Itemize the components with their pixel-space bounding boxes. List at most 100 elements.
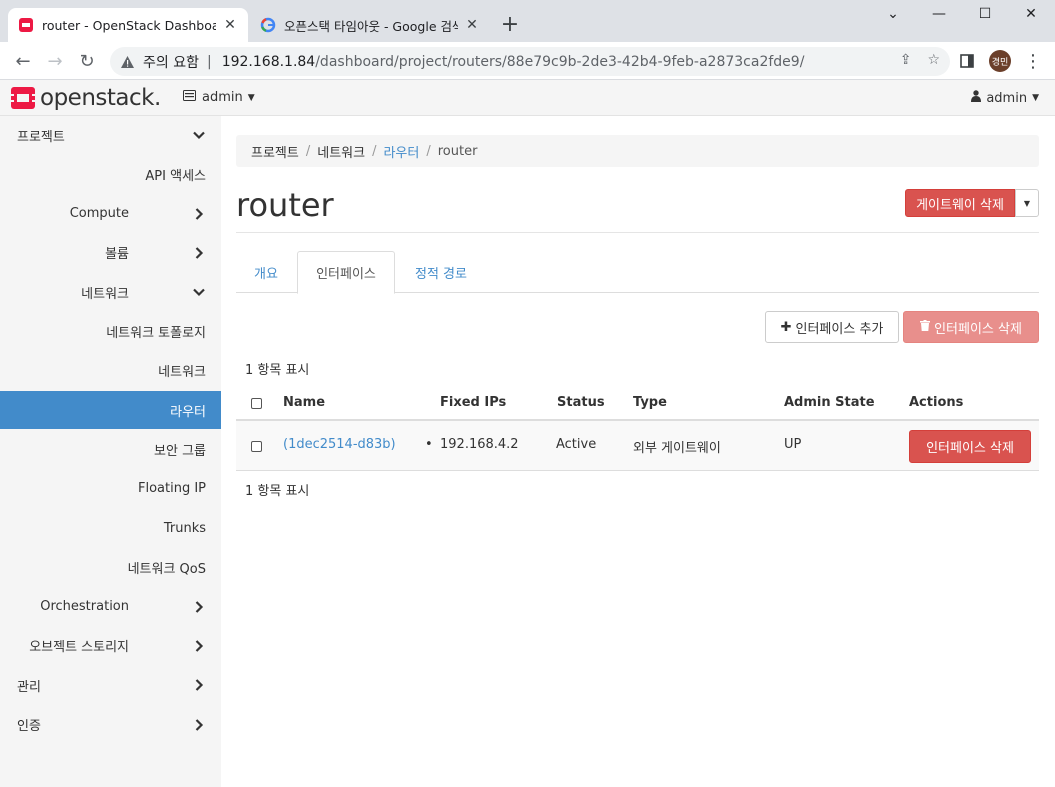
browser-toolbar: ← → ↻ 주의 요함 | 192.168.1.84/dashboard/pro…	[0, 42, 1055, 80]
table-header: Name Fixed IPs Status Type Admin State A…	[236, 385, 1039, 421]
sidebar-item-5[interactable]: 네트워크 토폴로지	[0, 313, 221, 351]
sidebar-item-label: Floating IP	[137, 481, 206, 497]
browser-tabstrip: router - OpenStack Dashboard ✕ 오픈스택 타임아웃…	[0, 0, 1055, 42]
item-count-top: 1 항목 표시	[245, 363, 310, 378]
browser-tab[interactable]: 오픈스택 타임아웃 - Google 검색 ✕	[250, 8, 490, 42]
column-header-name[interactable]: Name	[283, 395, 325, 410]
menu-icon[interactable]: ⋮	[1022, 50, 1044, 72]
sidebar-item-13[interactable]: 오브젝트 스토리지	[0, 627, 221, 665]
close-icon[interactable]: ✕	[464, 17, 480, 33]
project-name: admin	[202, 90, 243, 105]
caret-down-icon: ▼	[1032, 93, 1039, 103]
warning-icon[interactable]	[120, 55, 135, 69]
breadcrumb-separator: /	[372, 143, 377, 159]
sidebar-item-label: 볼륨	[105, 247, 129, 263]
admin-state-value: UP	[784, 437, 802, 452]
new-tab-icon[interactable]: +	[498, 14, 522, 38]
sidebar-item-8[interactable]: 보안 그룹	[0, 430, 221, 468]
sidebar-item-10[interactable]: Trunks	[0, 509, 221, 547]
sidebar-item-label: 네트워크 토폴로지	[106, 326, 206, 341]
browser-tab-active[interactable]: router - OpenStack Dashboard ✕	[8, 8, 248, 42]
reload-icon[interactable]: ↻	[76, 50, 98, 72]
sidebar-item-2[interactable]: Compute	[0, 195, 221, 233]
tab-overview[interactable]: 개요	[236, 251, 296, 293]
fixed-ip: 192.168.4.2	[440, 437, 519, 452]
minimize-icon[interactable]: —	[916, 6, 962, 26]
sidebar-item-3[interactable]: 볼륨	[0, 234, 221, 272]
logo-text: openstack.	[40, 85, 161, 111]
sidebar-item-1[interactable]: API 액세스	[0, 155, 221, 193]
address-separator: |	[206, 53, 212, 70]
sidebar-item-9[interactable]: Floating IP	[0, 470, 221, 508]
column-header-actions: Actions	[909, 395, 964, 410]
status-value: Active	[556, 437, 597, 452]
tab-static-routes[interactable]: 정적 경로	[396, 251, 486, 293]
chevron-right-icon	[192, 718, 206, 732]
row-checkbox[interactable]	[251, 441, 262, 452]
sidebar-item-0[interactable]: 프로젝트	[0, 116, 221, 154]
column-header-admin-state[interactable]: Admin State	[784, 395, 875, 410]
window-close-icon[interactable]: ✕	[1008, 6, 1054, 26]
address-bar[interactable]: 주의 요함 | 192.168.1.84/dashboard/project/r…	[110, 47, 950, 76]
delete-gateway-button[interactable]: 게이트웨이 삭제	[905, 189, 1015, 217]
google-favicon-icon	[260, 17, 276, 33]
profile-avatar[interactable]: 경민	[989, 50, 1011, 72]
column-header-type[interactable]: Type	[633, 395, 667, 410]
delete-interfaces-button[interactable]: 인터페이스 삭제	[903, 311, 1039, 343]
actions-dropdown-toggle[interactable]: ▼	[1015, 189, 1039, 217]
security-label[interactable]: 주의 요함	[143, 52, 199, 72]
sidebar-item-4[interactable]: 네트워크	[0, 273, 221, 311]
breadcrumb: 프로젝트 / 네트워크 / 라우터 / router	[236, 135, 1039, 167]
sidebar-item-label: Orchestration	[40, 599, 129, 615]
chevron-right-icon	[192, 600, 206, 614]
chevron-right-icon	[192, 207, 206, 221]
sidebar-item-12[interactable]: Orchestration	[0, 588, 221, 626]
breadcrumb-current: router	[437, 143, 478, 159]
add-interface-button[interactable]: ✚ 인터페이스 추가	[765, 311, 899, 343]
forward-icon[interactable]: →	[44, 50, 66, 72]
url-path: /dashboard/project/routers/88e79c9b-2de3…	[315, 53, 805, 70]
sidebar-item-6[interactable]: 네트워크	[0, 352, 221, 390]
star-icon[interactable]: ☆	[927, 52, 940, 68]
chevron-down-icon[interactable]: ⌄	[870, 6, 916, 26]
back-icon[interactable]: ←	[12, 50, 34, 72]
bullet-icon: •	[425, 437, 433, 452]
breadcrumb-routers-link[interactable]: 라우터	[383, 142, 419, 161]
breadcrumb-network: 네트워크	[317, 145, 366, 161]
sidepanel-icon[interactable]	[956, 50, 978, 72]
sidebar-item-label: 보안 그룹	[154, 443, 206, 459]
main-content: 프로젝트 / 네트워크 / 라우터 / router router 게이트웨이 …	[221, 116, 1055, 787]
project-switcher[interactable]: admin ▼	[183, 90, 255, 105]
sidebar-item-label: 네트워크	[81, 286, 129, 302]
user-menu[interactable]: admin ▼	[971, 90, 1039, 106]
sidebar-item-15[interactable]: 인증	[0, 706, 221, 744]
sidebar-item-7[interactable]: 라우터	[0, 391, 221, 430]
maximize-icon[interactable]: ☐	[962, 6, 1008, 26]
share-icon[interactable]: ⇪	[900, 52, 912, 68]
omnibox-actions: ⇪ ☆	[900, 52, 940, 68]
interface-name-link[interactable]: (1dec2514-d83b)	[283, 437, 396, 452]
breadcrumb-project: 프로젝트	[251, 145, 299, 161]
tab-interfaces[interactable]: 인터페이스	[297, 251, 395, 294]
chevron-down-icon	[192, 128, 206, 142]
plus-icon: ✚	[780, 319, 792, 335]
url-host: 192.168.1.84	[221, 53, 316, 70]
detail-tabs: 개요 인터페이스 정적 경로	[236, 251, 1039, 294]
trash-icon	[920, 319, 931, 335]
sidebar-item-label: Compute	[69, 206, 129, 222]
select-all-checkbox[interactable]	[251, 398, 262, 409]
delete-interfaces-label: 인터페이스 삭제	[934, 321, 1022, 337]
column-header-fixed-ips[interactable]: Fixed IPs	[440, 395, 506, 410]
openstack-logo-icon	[11, 87, 35, 109]
close-icon[interactable]: ✕	[222, 17, 238, 33]
openstack-logo[interactable]: openstack.	[10, 85, 161, 111]
add-interface-label: 인터페이스 추가	[795, 321, 884, 337]
sidebar-item-14[interactable]: 관리	[0, 666, 221, 704]
user-icon	[971, 90, 982, 106]
sidebar-item-label: 네트워크	[158, 365, 206, 381]
column-header-status[interactable]: Status	[557, 395, 605, 410]
row-delete-interface-button[interactable]: 인터페이스 삭제	[909, 430, 1031, 463]
sidebar: 프로젝트 API 액세스 Compute 볼륨 네트워크 네트워크 토폴로지 네트워크 라우터…	[0, 116, 221, 787]
sidebar-item-11[interactable]: 네트워크 QoS	[0, 548, 221, 586]
sidebar-item-label: 라우터	[170, 404, 206, 420]
